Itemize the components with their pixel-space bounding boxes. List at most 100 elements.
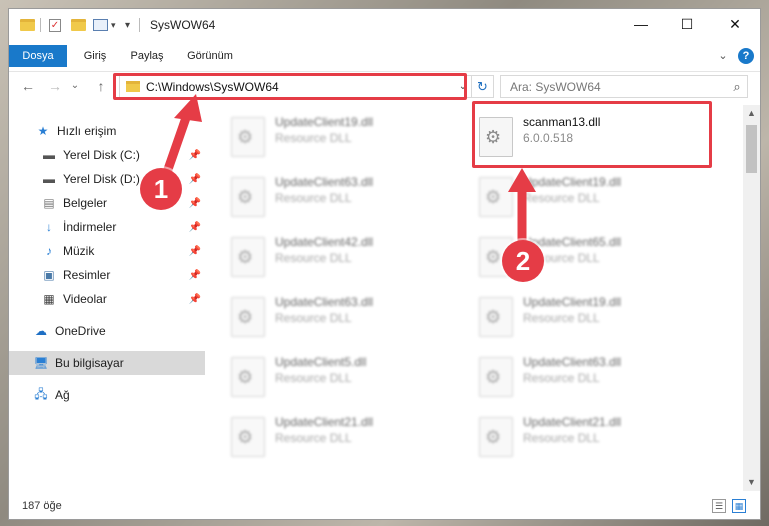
sidebar-item-pictures[interactable]: ▣ Resimler 📌 [9,263,205,287]
step-2-badge: 2 [502,240,544,282]
maximize-button[interactable]: ☐ [664,9,710,39]
file-tile[interactable]: ⚙ UpdateClient42.dll Resource DLL [209,231,445,283]
large-icons-view-icon[interactable]: ▦ [732,499,746,513]
sidebar-item-label: Hızlı erişim [57,124,117,138]
file-type: Resource DLL [275,311,352,325]
refresh-icon[interactable]: ↻ [471,76,493,97]
pin-icon[interactable]: 📌 [189,246,201,257]
sidebar-item-label: İndirmeler [63,220,117,234]
file-tile[interactable]: ⚙ UpdateClient21.dll Resource DLL [457,411,693,463]
dll-file-icon: ⚙ [231,357,265,397]
file-tile[interactable]: ⚙ UpdateClient63.dll Resource DLL [209,291,445,343]
music-icon: ♪ [46,244,52,258]
sidebar-item-downloads[interactable]: ↓ İndirmeler 📌 [9,215,205,239]
videos-icon: ▦ [43,292,55,306]
file-tile[interactable]: ⚙ UpdateClient65.dll Resource DLL [457,231,693,283]
pin-icon[interactable]: 📌 [189,294,201,305]
file-name: UpdateClient42.dll [275,235,374,249]
scroll-thumb[interactable] [746,125,757,173]
pin-icon[interactable]: 📌 [189,198,201,209]
dll-file-icon: ⚙ [479,417,513,457]
address-dropdown-chevron-icon[interactable]: ⌄ [455,81,471,92]
pin-icon[interactable]: 📌 [189,174,201,185]
new-folder-icon[interactable] [71,17,86,33]
search-placeholder[interactable]: Ara: SysWOW64 [510,80,727,94]
file-name: UpdateClient19.dll [275,115,374,129]
file-tile[interactable]: ⚙ UpdateClient19.dll Resource DLL [209,111,445,163]
sidebar-item-label: Müzik [63,244,95,258]
pictures-icon: ▣ [43,268,55,282]
address-folder-icon [126,81,140,92]
file-name: UpdateClient5.dll [275,355,367,369]
address-path[interactable]: C:\Windows\SysWOW64 [146,80,455,94]
sidebar-item-quick-access[interactable]: ★ Hızlı erişim [9,119,205,143]
file-type: Resource DLL [275,131,352,145]
network-icon: 🖧 [34,386,48,401]
back-arrow-icon[interactable]: ← [20,78,36,94]
file-name: UpdateClient63.dll [275,175,374,189]
search-input[interactable]: Ara: SysWOW64 ⌕ [500,75,748,98]
file-type: Resource DLL [275,251,352,265]
pin-icon[interactable]: 📌 [189,150,201,161]
sidebar-item-drive-c[interactable]: ▬ Yerel Disk (C:) 📌 [9,143,205,167]
file-name: UpdateClient21.dll [275,415,374,429]
file-type: Resource DLL [523,191,600,205]
tab-paylas[interactable]: Paylaş [123,45,171,67]
star-icon: ★ [37,124,49,138]
sidebar-item-this-pc[interactable]: 🖥 Bu bilgisayar [9,351,205,375]
dll-file-icon: ⚙ [231,297,265,337]
close-button[interactable]: ✕ [712,9,758,39]
recent-locations-chevron-icon[interactable]: ⌄ [67,78,83,94]
computer-icon: 🖥 [33,356,49,370]
up-arrow-icon[interactable]: ↑ [93,78,109,94]
search-icon[interactable]: ⌕ [727,79,747,95]
customize-qa-arrow-icon[interactable]: ▾ [125,17,130,33]
tab-gorunum[interactable]: Görünüm [179,45,241,67]
address-bar[interactable]: C:\Windows\SysWOW64 ⌄ ↻ [119,75,494,98]
sidebar-item-onedrive[interactable]: ☁ OneDrive [9,319,205,343]
vertical-scrollbar[interactable]: ▲ ▼ [743,105,760,491]
pin-icon[interactable]: 📌 [189,270,201,281]
file-tile[interactable]: ⚙ UpdateClient19.dll Resource DLL [457,171,693,223]
tab-dosya[interactable]: Dosya [9,45,67,67]
ribbon-expand-chevron-icon[interactable]: ⌄ [715,45,731,67]
sidebar-item-label: Videolar [63,292,107,306]
file-tile[interactable]: ⚙ UpdateClient19.dll Resource DLL [457,291,693,343]
sidebar-item-network[interactable]: 🖧 Ağ [9,383,205,407]
file-type: Resource DLL [275,191,352,205]
file-tile[interactable]: ⚙ UpdateClient21.dll Resource DLL [209,411,445,463]
sidebar-item-music[interactable]: ♪ Müzik 📌 [9,239,205,263]
file-name: UpdateClient63.dll [523,355,622,369]
minimize-button[interactable]: — [618,9,664,39]
scroll-up-arrow-icon[interactable]: ▲ [743,105,760,122]
file-type: Resource DLL [275,371,352,385]
dll-file-icon: ⚙ [231,177,265,217]
status-bar: 187 öğe ☰ ▦ [9,493,760,519]
sidebar-item-label: Resimler [63,268,111,282]
ribbon-tabs: Dosya Giriş Paylaş Görünüm ⌄ ? [9,45,760,69]
properties-check-icon[interactable]: ✓ [49,17,61,33]
sidebar-item-label: Yerel Disk (C:) [63,148,140,162]
tab-giris[interactable]: Giriş [73,45,117,67]
navigation-pane: ★ Hızlı erişim ▬ Yerel Disk (C:) 📌 ▬ Yer… [9,105,205,491]
help-icon[interactable]: ? [738,48,754,64]
file-highlight-annotation [472,101,712,168]
dll-file-icon: ⚙ [479,357,513,397]
documents-icon: ▤ [43,196,55,210]
file-tile[interactable]: ⚙ UpdateClient63.dll Resource DLL [457,351,693,403]
properties-icon[interactable] [93,17,108,33]
dll-file-icon: ⚙ [231,237,265,277]
sidebar-item-videos[interactable]: ▦ Videolar 📌 [9,287,205,311]
file-tile[interactable]: ⚙ UpdateClient5.dll Resource DLL [209,351,445,403]
file-tile[interactable]: ⚙ UpdateClient63.dll Resource DLL [209,171,445,223]
sidebar-item-label: Yerel Disk (D:) [63,172,140,186]
cloud-icon: ☁ [35,324,47,338]
customize-qa-chevron-icon[interactable]: ▾ [111,17,116,33]
pin-icon[interactable]: 📌 [189,222,201,233]
folder-icon [20,17,35,33]
scroll-down-arrow-icon[interactable]: ▼ [743,474,760,491]
details-view-icon[interactable]: ☰ [712,499,726,513]
file-name: UpdateClient63.dll [275,295,374,309]
forward-arrow-icon[interactable]: → [47,78,63,94]
dll-file-icon: ⚙ [231,417,265,457]
